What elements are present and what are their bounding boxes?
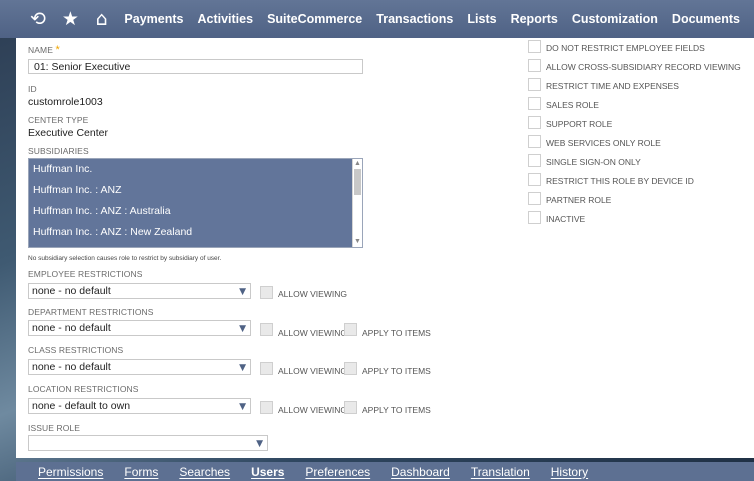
- name-input[interactable]: 01: Senior Executive: [28, 59, 363, 74]
- subsidiaries-multiselect[interactable]: Huffman Inc. Huffman Inc. : ANZ Huffman …: [28, 158, 363, 248]
- subsidiaries-label: SUBSIDIARIES: [28, 146, 89, 156]
- center-type-value: Executive Center: [28, 127, 108, 139]
- inactive-checkbox[interactable]: [528, 211, 541, 224]
- tab-translation[interactable]: Translation: [471, 465, 530, 479]
- location-restrictions-label: LOCATION RESTRICTIONS: [28, 384, 139, 394]
- tab-preferences[interactable]: Preferences: [305, 465, 370, 479]
- name-label: NAME *: [28, 44, 60, 56]
- scrollbar-thumb[interactable]: [354, 169, 361, 195]
- class-restrictions-value: none - no default: [32, 361, 111, 373]
- issue-role-select[interactable]: ▼: [28, 435, 268, 451]
- scroll-down-icon[interactable]: ▼: [354, 238, 361, 246]
- dropdown-arrow-icon[interactable]: ▼: [239, 285, 246, 299]
- restrict-by-device-id-checkbox[interactable]: [528, 173, 541, 186]
- subsidiary-option[interactable]: Huffman Inc. : ANZ: [29, 180, 362, 201]
- subsidiaries-note: No subsidiary selection causes role to r…: [28, 255, 222, 262]
- nav-reports[interactable]: Reports: [511, 12, 558, 26]
- role-form-panel: NAME * 01: Senior Executive ID customrol…: [16, 38, 754, 458]
- allow-cross-subsidiary-checkbox[interactable]: [528, 59, 541, 72]
- subsidiaries-scrollbar[interactable]: ▲ ▼: [352, 159, 362, 247]
- allow-cross-subsidiary-label: ALLOW CROSS-SUBSIDIARY RECORD VIEWING: [546, 62, 741, 72]
- department-restrictions-label: DEPARTMENT RESTRICTIONS: [28, 307, 154, 317]
- issue-role-label: ISSUE ROLE: [28, 423, 81, 433]
- id-label: ID: [28, 84, 37, 94]
- web-services-only-role-checkbox[interactable]: [528, 135, 541, 148]
- sales-role-label: SALES ROLE: [546, 100, 599, 110]
- tab-history[interactable]: History: [551, 465, 588, 479]
- restrict-time-and-expenses-checkbox[interactable]: [528, 78, 541, 91]
- class-restrictions-label: CLASS RESTRICTIONS: [28, 345, 124, 355]
- scroll-up-icon[interactable]: ▲: [354, 160, 361, 168]
- class-allow-viewing-checkbox[interactable]: [260, 362, 273, 375]
- tab-dashboard[interactable]: Dashboard: [391, 465, 450, 479]
- subsidiary-option[interactable]: Huffman Inc. : ANZ : Australia: [29, 201, 362, 222]
- tab-searches[interactable]: Searches: [179, 465, 230, 479]
- department-restrictions-value: none - no default: [32, 322, 111, 334]
- location-apply-to-items-label: APPLY TO ITEMS: [362, 405, 431, 415]
- partner-role-checkbox[interactable]: [528, 192, 541, 205]
- web-services-only-role-label: WEB SERVICES ONLY ROLE: [546, 138, 661, 148]
- employee-restrictions-select[interactable]: none - no default ▼: [28, 283, 251, 299]
- location-apply-to-items-checkbox[interactable]: [344, 401, 357, 414]
- inactive-label: INACTIVE: [546, 214, 586, 224]
- nav-documents[interactable]: Documents: [672, 12, 740, 26]
- employee-allow-viewing-label: ALLOW VIEWING: [278, 289, 347, 299]
- subsidiary-option[interactable]: Huffman Inc.: [29, 159, 362, 180]
- sales-role-checkbox[interactable]: [528, 97, 541, 110]
- nav-payments[interactable]: Payments: [124, 12, 183, 26]
- restrict-by-device-id-label: RESTRICT THIS ROLE BY DEVICE ID: [546, 176, 694, 186]
- nav-customization[interactable]: Customization: [572, 12, 658, 26]
- center-type-label: CENTER TYPE: [28, 115, 89, 125]
- top-nav-bar: ⟲ ★ ⌂ Payments Activities SuiteCommerce …: [0, 0, 754, 38]
- department-allow-viewing-label: ALLOW VIEWING: [278, 328, 347, 338]
- home-icon[interactable]: ⌂: [95, 8, 108, 30]
- employee-restrictions-value: none - no default: [32, 285, 111, 297]
- nav-activities[interactable]: Activities: [197, 12, 253, 26]
- class-apply-to-items-checkbox[interactable]: [344, 362, 357, 375]
- dropdown-arrow-icon[interactable]: ▼: [239, 322, 246, 336]
- class-restrictions-select[interactable]: none - no default ▼: [28, 359, 251, 375]
- support-role-label: SUPPORT ROLE: [546, 119, 613, 129]
- employee-allow-viewing-checkbox[interactable]: [260, 286, 273, 299]
- nav-transactions[interactable]: Transactions: [376, 12, 453, 26]
- employee-restrictions-label: EMPLOYEE RESTRICTIONS: [28, 269, 143, 279]
- tab-users[interactable]: Users: [251, 465, 284, 479]
- dropdown-arrow-icon[interactable]: ▼: [256, 437, 263, 451]
- location-allow-viewing-checkbox[interactable]: [260, 401, 273, 414]
- support-role-checkbox[interactable]: [528, 116, 541, 129]
- subsidiary-option[interactable]: Huffman Inc. : ANZ : New Zealand: [29, 222, 362, 243]
- class-allow-viewing-label: ALLOW VIEWING: [278, 366, 347, 376]
- department-apply-to-items-checkbox[interactable]: [344, 323, 357, 336]
- single-sign-on-only-checkbox[interactable]: [528, 154, 541, 167]
- location-restrictions-value: none - default to own: [32, 400, 131, 412]
- star-icon[interactable]: ★: [62, 8, 79, 30]
- location-restrictions-select[interactable]: none - default to own ▼: [28, 398, 251, 414]
- single-sign-on-only-label: SINGLE SIGN-ON ONLY: [546, 157, 641, 167]
- partner-role-label: PARTNER ROLE: [546, 195, 612, 205]
- subtab-bar: Permissions Forms Searches Users Prefere…: [16, 462, 754, 481]
- tab-forms[interactable]: Forms: [124, 465, 158, 479]
- tab-permissions[interactable]: Permissions: [38, 465, 103, 479]
- nav-suitecommerce[interactable]: SuiteCommerce: [267, 12, 362, 26]
- class-apply-to-items-label: APPLY TO ITEMS: [362, 366, 431, 376]
- location-allow-viewing-label: ALLOW VIEWING: [278, 405, 347, 415]
- nav-lists[interactable]: Lists: [467, 12, 496, 26]
- do-not-restrict-employee-fields-checkbox[interactable]: [528, 40, 541, 53]
- restrict-time-and-expenses-label: RESTRICT TIME AND EXPENSES: [546, 81, 679, 91]
- name-label-text: NAME: [28, 45, 53, 55]
- required-marker: *: [55, 44, 60, 56]
- department-allow-viewing-checkbox[interactable]: [260, 323, 273, 336]
- dropdown-arrow-icon[interactable]: ▼: [239, 361, 246, 375]
- dropdown-arrow-icon[interactable]: ▼: [239, 400, 246, 414]
- do-not-restrict-employee-fields-label: DO NOT RESTRICT EMPLOYEE FIELDS: [546, 43, 705, 53]
- id-value: customrole1003: [28, 96, 103, 108]
- department-apply-to-items-label: APPLY TO ITEMS: [362, 328, 431, 338]
- recent-records-icon[interactable]: ⟲: [30, 8, 46, 30]
- department-restrictions-select[interactable]: none - no default ▼: [28, 320, 251, 336]
